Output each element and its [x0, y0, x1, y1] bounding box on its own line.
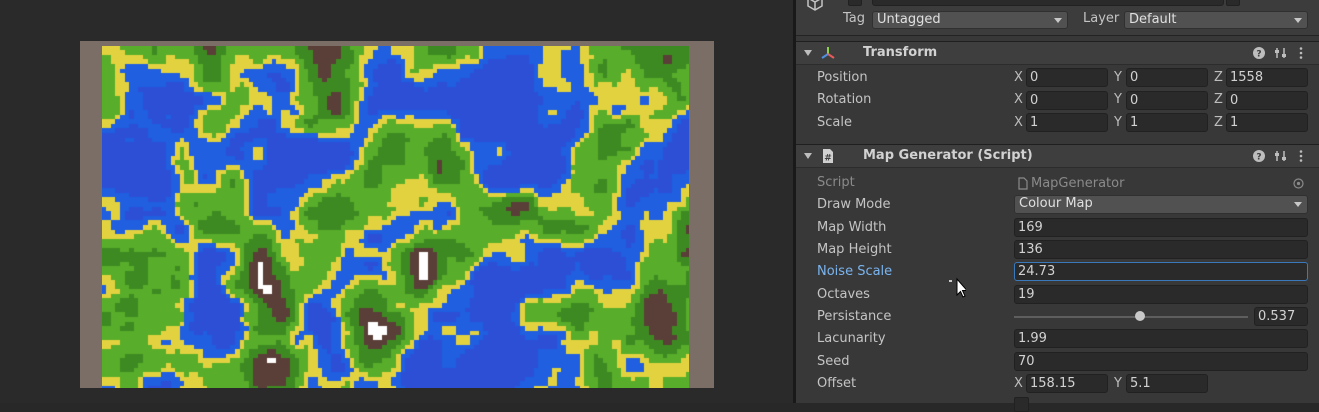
draw-mode-label: Draw Mode [817, 197, 891, 212]
axis-x-label[interactable]: X [1014, 376, 1023, 391]
presets-icon[interactable] [1273, 148, 1289, 164]
draw-mode-value: Colour Map [1019, 196, 1093, 211]
persistance-slider-track[interactable] [1014, 316, 1248, 318]
offset-x-field[interactable]: 158.15 [1026, 374, 1108, 393]
axis-x-label[interactable]: X [1014, 92, 1023, 107]
gameobject-header: Tag Untagged Layer Default [796, 0, 1319, 36]
map-width-label: Map Width [817, 220, 887, 235]
scene-view[interactable] [0, 0, 793, 403]
svg-text:?: ? [1256, 50, 1261, 60]
rotation-label: Rotation [817, 92, 872, 107]
layer-dropdown[interactable]: Default [1124, 11, 1308, 29]
transform-header[interactable]: Transform ? [796, 41, 1319, 65]
offset-y-field[interactable]: 5.1 [1126, 374, 1208, 393]
noise-scale-label: Noise Scale [817, 264, 893, 279]
script-label: Script [817, 175, 855, 190]
chevron-down-icon [1294, 18, 1302, 23]
seed-label: Seed [817, 354, 850, 369]
axis-z-label[interactable]: Z [1214, 115, 1223, 130]
kebab-menu-icon[interactable] [1293, 148, 1309, 164]
static-checkbox[interactable] [1226, 0, 1240, 6]
axis-y-label[interactable]: Y [1114, 376, 1122, 391]
script-object-field[interactable]: MapGenerator [1014, 174, 1308, 193]
auto-update-checkbox[interactable] [1014, 397, 1029, 412]
octaves-field[interactable]: 19 [1014, 285, 1308, 304]
seed-field[interactable]: 70 [1014, 352, 1308, 371]
active-checkbox[interactable] [848, 0, 862, 6]
noise-scale-field[interactable]: 24.73 [1014, 262, 1308, 281]
position-label: Position [817, 70, 868, 85]
lacunarity-label: Lacunarity [817, 331, 886, 346]
tag-label: Tag [843, 11, 866, 26]
map-height-field[interactable]: 136 [1014, 240, 1308, 259]
component-header-icons: ? [1251, 148, 1311, 164]
map-generator-title: Map Generator (Script) [863, 148, 1033, 163]
script-icon: # [823, 149, 833, 164]
gameobject-name-field[interactable] [872, 0, 1224, 6]
axis-x-label[interactable]: X [1014, 70, 1023, 85]
foldout-arrow-icon[interactable] [804, 153, 812, 159]
scale-x-field[interactable]: 1 [1026, 113, 1108, 132]
script-file-icon [1018, 177, 1028, 190]
transform-icon [821, 47, 835, 59]
axis-y-label[interactable]: Y [1114, 92, 1122, 107]
svg-text:#: # [824, 154, 832, 164]
help-icon[interactable]: ? [1251, 45, 1267, 61]
chevron-down-icon [1294, 202, 1302, 207]
persistance-label: Persistance [817, 309, 892, 324]
component-header-icons: ? [1251, 45, 1311, 61]
map-generator-header[interactable]: # Map Generator (Script) ? [796, 144, 1319, 168]
rotation-z-field[interactable]: 0 [1226, 91, 1308, 110]
inspector-panel: Tag Untagged Layer Default Transform ? P… [796, 0, 1319, 412]
chevron-down-icon [1054, 18, 1062, 23]
cube-icon [807, 0, 823, 11]
map-height-label: Map Height [817, 242, 892, 257]
tag-value: Untagged [877, 12, 941, 27]
transform-title: Transform [863, 45, 938, 60]
presets-icon[interactable] [1273, 45, 1289, 61]
octaves-label: Octaves [817, 287, 870, 302]
position-z-field[interactable]: 1558 [1226, 68, 1308, 87]
axis-x-label[interactable]: X [1014, 115, 1023, 130]
help-icon[interactable]: ? [1251, 148, 1267, 164]
axis-z-label[interactable]: Z [1214, 70, 1223, 85]
rotation-x-field[interactable]: 0 [1026, 91, 1108, 110]
layer-label: Layer [1083, 11, 1120, 26]
persistance-field[interactable]: 0.537 [1254, 307, 1308, 326]
kebab-menu-icon[interactable] [1293, 45, 1309, 61]
axis-z-label[interactable]: Z [1214, 92, 1223, 107]
map-width-field[interactable]: 169 [1014, 218, 1308, 237]
lacunarity-field[interactable]: 1.99 [1014, 329, 1308, 348]
scale-z-field[interactable]: 1 [1226, 113, 1308, 132]
position-x-field[interactable]: 0 [1026, 68, 1108, 87]
position-y-field[interactable]: 0 [1126, 68, 1208, 87]
svg-text:?: ? [1256, 153, 1261, 163]
map-plane [80, 41, 714, 388]
draw-mode-dropdown[interactable]: Colour Map [1014, 195, 1308, 214]
rotation-y-field[interactable]: 0 [1126, 91, 1208, 110]
mouse-cursor-icon [949, 277, 966, 298]
script-value: MapGenerator [1031, 176, 1125, 191]
layer-value: Default [1129, 12, 1177, 27]
scale-label: Scale [817, 115, 852, 130]
axis-y-label[interactable]: Y [1114, 70, 1122, 85]
foldout-arrow-icon[interactable] [804, 50, 812, 56]
object-picker-icon[interactable] [1293, 178, 1304, 189]
offset-label: Offset [817, 376, 857, 391]
scale-y-field[interactable]: 1 [1126, 113, 1208, 132]
persistance-slider-thumb[interactable] [1134, 311, 1145, 321]
tag-dropdown[interactable]: Untagged [872, 11, 1068, 29]
noise-map-preview [102, 46, 689, 388]
axis-y-label[interactable]: Y [1114, 115, 1122, 130]
